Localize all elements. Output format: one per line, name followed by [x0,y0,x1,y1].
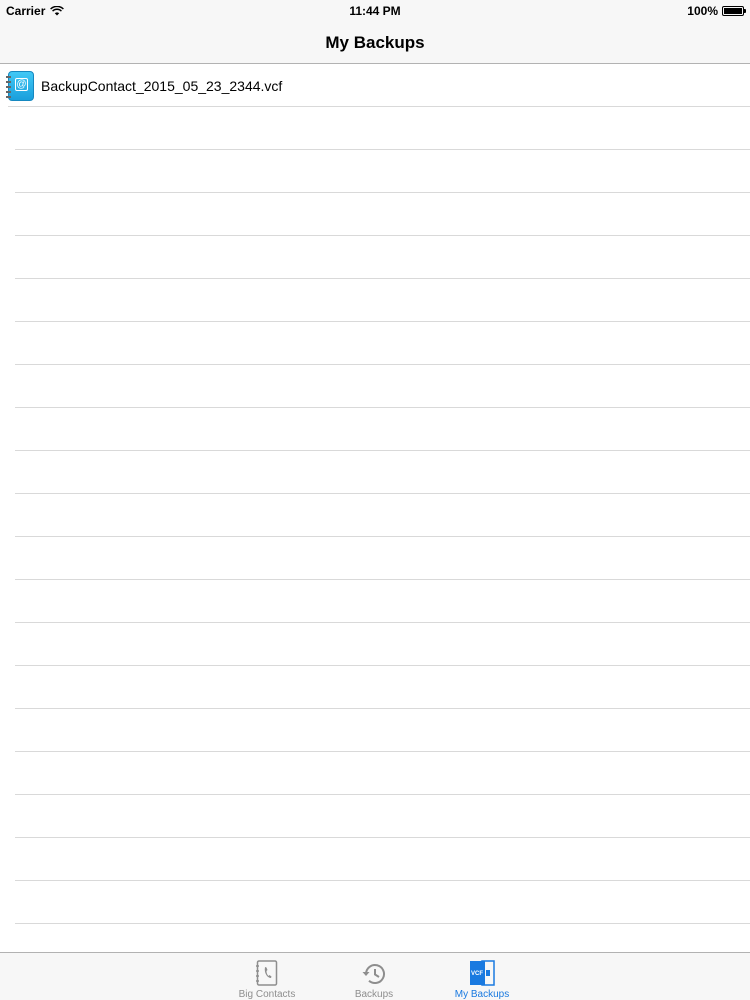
tab-bar: Big Contacts Backups VCF My Backups [0,952,750,1000]
empty-row [15,666,750,709]
empty-row [15,236,750,279]
page-title: My Backups [325,32,425,52]
screen: Carrier 11:44 PM 100% My Backups @ Backu… [0,0,750,1000]
empty-row [15,451,750,494]
battery-icon [722,6,746,16]
status-time: 11:44 PM [349,4,401,18]
history-icon [362,964,385,984]
empty-row [15,580,750,623]
file-name: BackupContact_2015_05_23_2344.vcf [41,77,283,94]
empty-row [15,881,750,924]
empty-row [15,494,750,537]
empty-row [15,150,750,193]
empty-row [15,623,750,666]
backup-list[interactable]: @ BackupContact_2015_05_23_2344.vcf [0,64,750,952]
tab-label: Big Contacts [238,989,296,1000]
tab-big-contacts[interactable]: Big Contacts [217,953,317,1000]
status-bar: Carrier 11:44 PM 100% [0,0,750,22]
empty-row [15,408,750,451]
list-item[interactable]: @ BackupContact_2015_05_23_2344.vcf [0,64,750,107]
battery-percent: 100% [687,4,718,18]
vcf-contact-icon: @ [6,70,34,101]
status-right: 100% [687,4,746,18]
contacts-book-icon [256,960,278,986]
tab-label: Backups [354,989,394,1000]
empty-row [15,279,750,322]
empty-row [15,537,750,580]
navigation-bar: My Backups [0,22,750,64]
svg-text:VCF: VCF [471,971,483,977]
empty-row [15,193,750,236]
empty-row [15,709,750,752]
empty-row [15,752,750,795]
tab-backups[interactable]: Backups [324,953,424,1000]
vcf-file-icon: VCF [470,960,495,986]
tab-my-backups[interactable]: VCF My Backups [432,953,532,1000]
empty-row [15,322,750,365]
empty-row [15,365,750,408]
empty-row [15,107,750,150]
tab-label: My Backups [454,989,510,1000]
empty-row [15,795,750,838]
empty-row [15,838,750,881]
